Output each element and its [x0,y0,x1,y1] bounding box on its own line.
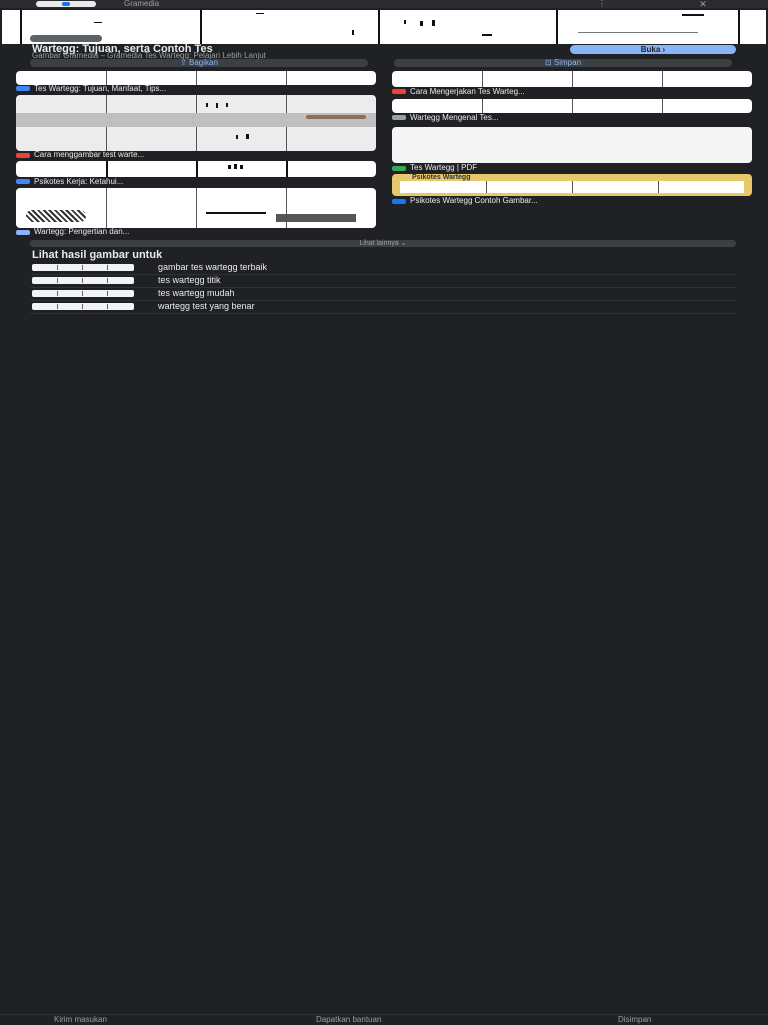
card-caption[interactable]: Tes Wartegg | PDF [410,164,750,172]
top-bar [0,0,768,8]
source-favicon-icon [16,230,30,235]
result-thumbnail[interactable] [16,71,376,85]
send-feedback-link[interactable]: Kirim masukan [54,1016,107,1024]
save-button[interactable]: ⊡ Simpan [394,59,732,67]
related-search-text[interactable]: gambar tes wartegg terbaik [158,262,267,272]
card-caption[interactable]: Psikotes Kerja: Ketahui... [34,178,374,186]
site-name: Gramedia [124,0,160,8]
lens-icon[interactable] [30,35,102,42]
related-search-text[interactable]: tes wartegg mudah [158,288,235,298]
card-caption[interactable]: Psikotes Wartegg Contoh Gambar... [410,197,750,205]
related-search-item[interactable]: wartegg test yang benar [30,301,736,314]
source-favicon-icon [16,86,30,91]
thumbnail-label: Psikotes Wartegg [412,174,471,181]
related-thumbnail [32,303,134,310]
card-caption[interactable]: Wartegg Mengenal Tes... [410,114,750,122]
source-favicon-icon [16,179,30,184]
more-vert-icon[interactable]: ⋮ [596,0,608,8]
preview-image[interactable] [2,10,766,44]
more-results-button[interactable]: Lihat lainnya ⌄ [30,240,736,247]
source-favicon-icon [392,199,406,204]
related-search-text[interactable]: tes wartegg titik [158,275,221,285]
result-thumbnail[interactable] [16,161,376,177]
wartegg-box [556,10,740,44]
close-icon[interactable]: ✕ [696,0,710,9]
result-thumbnail[interactable] [392,71,752,87]
result-thumbnail[interactable] [392,99,752,113]
related-thumbnail [32,264,134,271]
saved-link[interactable]: Disimpan [618,1016,651,1024]
footer: Kirim masukan Dapatkan bantuan Disimpan [0,1014,768,1025]
help-link[interactable]: Dapatkan bantuan [316,1016,381,1024]
card-caption[interactable]: Wartegg: Pengertian dan... [34,228,374,236]
card-caption[interactable]: Cara Mengerjakan Tes Warteg... [410,88,750,96]
source-favicon-icon [16,153,30,158]
source-favicon-icon [392,115,406,120]
source-favicon-icon [392,89,406,94]
result-thumbnail[interactable] [16,95,376,151]
wartegg-box [378,10,558,44]
related-heading: Lihat hasil gambar untuk [32,249,163,261]
visit-button[interactable]: Buka › [570,45,736,54]
related-search-item[interactable]: tes wartegg mudah [30,288,736,301]
card-caption[interactable]: Cara menggambar test warte... [34,151,374,159]
related-search-item[interactable]: tes wartegg titik [30,275,736,288]
card-caption[interactable]: Tes Wartegg: Tujuan, Manfaat, Tips... [34,85,374,93]
related-thumbnail [32,277,134,284]
result-thumbnail[interactable]: Psikotes Wartegg [392,174,752,196]
source-favicon-icon [392,166,406,171]
related-search-item[interactable]: gambar tes wartegg terbaik [30,262,736,275]
result-thumbnail[interactable] [16,188,376,228]
related-thumbnail [32,290,134,297]
wartegg-box [200,10,380,44]
google-logo-icon[interactable] [36,1,96,7]
related-search-text[interactable]: wartegg test yang benar [158,301,255,311]
result-thumbnail[interactable] [392,127,752,163]
share-button[interactable]: ⇪ Bagikan [30,59,368,67]
